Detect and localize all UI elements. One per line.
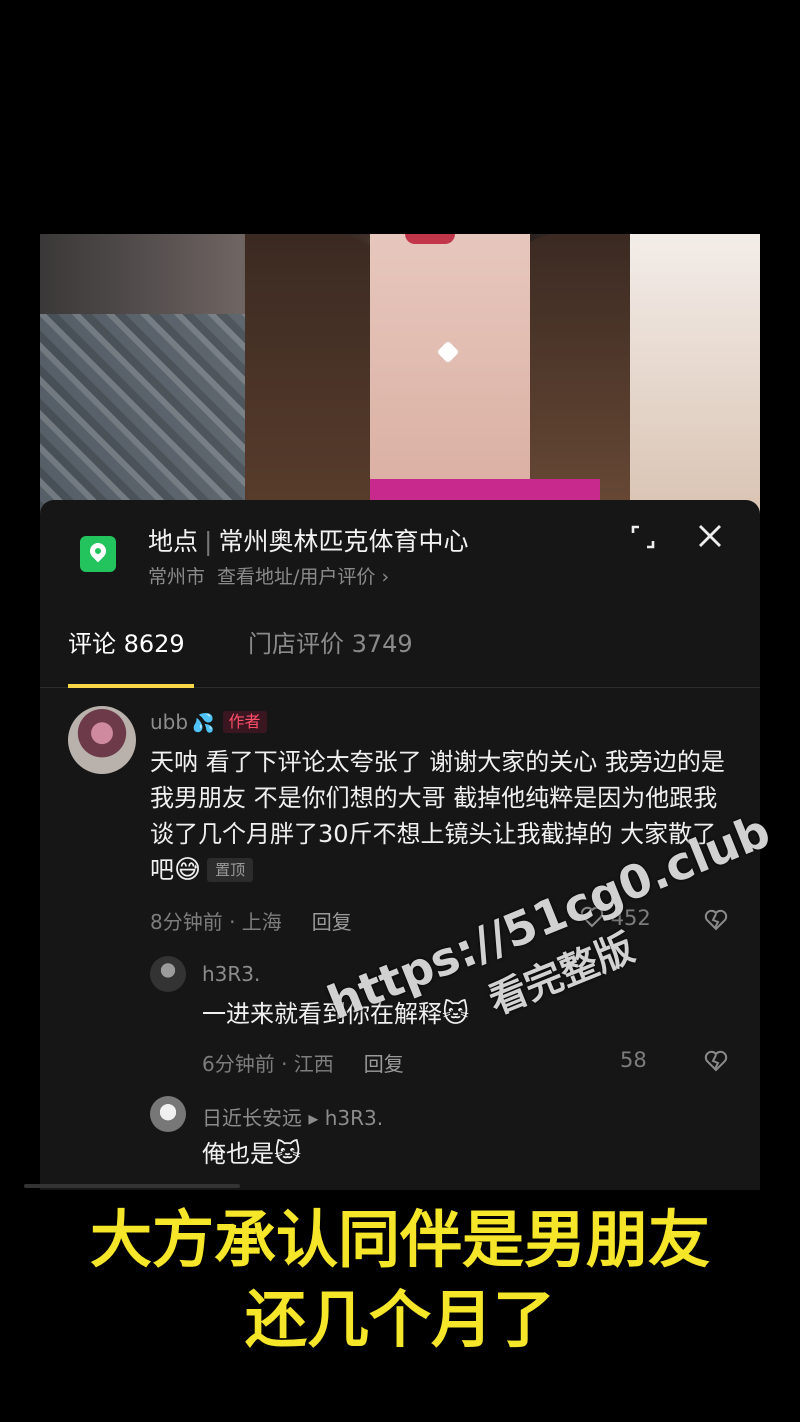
location-label: 地点 — [148, 527, 199, 556]
scroll-indicator — [24, 1184, 240, 1188]
reply-button[interactable]: 回复 — [312, 910, 352, 934]
location-header[interactable]: 地点 | 常州奥林匹克体育中心 常州市 查看地址/用户评价 › — [40, 500, 760, 600]
photo-lips — [405, 234, 455, 244]
location-city: 常州市 — [148, 566, 206, 588]
comment-username[interactable]: ubb 💦 作者 — [150, 710, 267, 734]
location-link[interactable]: 查看地址/用户评价 › — [217, 566, 389, 588]
tab-store-reviews[interactable]: 门店评价 3749 — [248, 624, 413, 659]
tab-bar: 评论 8629 门店评价 3749 — [40, 610, 760, 688]
like-count: 58 — [620, 1048, 647, 1072]
like-button[interactable]: 58 — [620, 1048, 647, 1072]
avatar[interactable] — [150, 1096, 186, 1132]
caption-line-2: 还几个月了 — [244, 1283, 555, 1356]
video-caption: 大方承认同伴是男朋友 还几个月了 — [0, 1200, 800, 1360]
video-photo — [40, 234, 760, 524]
reply-text-block: 俺也是🐱 — [202, 1136, 722, 1172]
reply-to-target: ▸ h3R3. — [308, 1106, 384, 1130]
expand-icon[interactable] — [630, 524, 656, 550]
reply-username-text: 日近长安远 — [202, 1106, 302, 1130]
sweat-drops-icon: 💦 — [192, 713, 215, 734]
location-separator: | — [204, 527, 213, 556]
reply-time-location: 6分钟前 · 江西 — [202, 1052, 334, 1076]
comment-meta: 8分钟前 · 上海 回复 — [150, 906, 352, 935]
location-title[interactable]: 地点 | 常州奥林匹克体育中心 — [148, 522, 468, 558]
close-icon[interactable] — [696, 522, 724, 550]
avatar[interactable] — [150, 956, 186, 992]
photo-right-person — [630, 234, 760, 524]
location-name: 常州奥林匹克体育中心 — [218, 527, 469, 556]
location-subtitle[interactable]: 常州市 查看地址/用户评价 › — [148, 562, 389, 589]
comment-time-location: 8分钟前 · 上海 — [150, 910, 282, 934]
tab-active-indicator — [68, 684, 194, 688]
reply-username[interactable]: 日近长安远 ▸ h3R3. — [202, 1102, 383, 1131]
cat-emoji: 🐱 — [274, 1139, 302, 1169]
reply-text: 俺也是 — [202, 1140, 274, 1168]
avatar[interactable] — [68, 706, 136, 774]
pinned-badge: 置顶 — [207, 858, 254, 882]
photo-left-person — [40, 314, 250, 524]
dislike-heart-icon[interactable] — [704, 1050, 728, 1072]
tab-comments[interactable]: 评论 8629 — [68, 624, 185, 659]
caption-line-1: 大方承认同伴是男朋友 — [89, 1203, 710, 1276]
sweat-smile-emoji: 😅 — [174, 855, 202, 885]
reply-username[interactable]: h3R3. — [202, 962, 260, 986]
location-pin-icon — [80, 536, 116, 572]
author-badge: 作者 — [222, 711, 267, 733]
username-text: ubb — [150, 710, 189, 734]
